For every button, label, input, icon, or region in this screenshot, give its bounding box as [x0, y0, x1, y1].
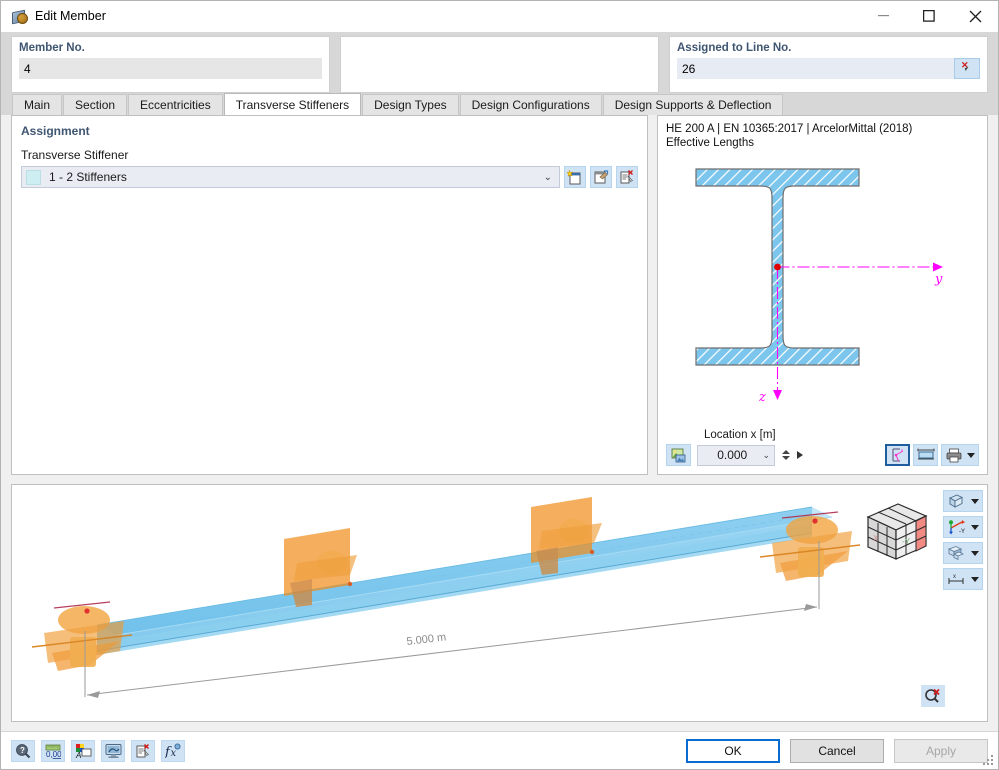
svg-text:-Y: -Y — [902, 537, 911, 546]
document-delete-icon[interactable] — [131, 739, 155, 762]
section-drawing[interactable]: y z — [658, 150, 987, 429]
close-icon[interactable] — [952, 1, 998, 31]
tab-design-types[interactable]: Design Types — [362, 94, 459, 115]
resize-grip[interactable] — [983, 755, 995, 767]
chevron-down-icon[interactable]: ⌄ — [544, 172, 555, 183]
svg-text:0,00: 0,00 — [46, 750, 61, 759]
svg-text:y: y — [934, 272, 943, 287]
location-x-input[interactable]: 0.000 ⌄ — [697, 444, 775, 466]
dimension-label: 5.000 m — [406, 631, 447, 648]
header-fields: Member No. 4 Assigned to Line No. 26 ✕ — [1, 32, 998, 93]
solid-blocks-icon[interactable] — [943, 542, 983, 564]
zoom-delete-icon[interactable] — [921, 685, 945, 707]
question-magnifier-icon[interactable]: ? — [11, 739, 35, 762]
chevron-down-icon[interactable] — [971, 498, 979, 504]
monitor-icon[interactable] — [101, 739, 125, 762]
svg-text:-Y: -Y — [959, 529, 965, 535]
chevron-down-icon[interactable]: ⌄ — [762, 450, 770, 461]
dialog-footer: ? 0,00 A ƒ x OK Cancel Apply — [1, 731, 998, 769]
transverse-stiffener-label: Transverse Stiffener — [21, 148, 129, 162]
location-label: Location x [m] — [704, 429, 776, 441]
measure-icon[interactable]: x — [943, 568, 983, 590]
axes-minus-y-icon[interactable]: -Y — [943, 516, 983, 538]
view-cube-icon[interactable]: -Y X — [860, 499, 932, 570]
svg-text:X: X — [873, 534, 879, 543]
section-subtitle: Effective Lengths — [666, 137, 755, 149]
section-title: HE 200 A | EN 10365:2017 | ArcelorMittal… — [658, 116, 987, 150]
member-no-label: Member No. — [19, 42, 85, 54]
new-document-icon[interactable] — [564, 166, 586, 188]
tab-main[interactable]: Main — [12, 94, 63, 115]
svg-text:x: x — [953, 574, 956, 580]
window-controls — [860, 1, 998, 31]
render-image-icon[interactable] — [666, 444, 691, 466]
wireframe-cube-icon[interactable] — [943, 490, 983, 512]
title-bar: Edit Member — [1, 1, 998, 32]
dialog-buttons: OK Cancel Apply — [686, 738, 988, 763]
tab-design-supports-deflection[interactable]: Design Supports & Deflection — [602, 94, 784, 115]
transverse-stiffener-value: 1 - 2 Stiffeners — [49, 170, 127, 184]
cancel-button[interactable]: Cancel — [790, 738, 884, 763]
section-axes-icon[interactable]: y — [885, 444, 910, 466]
print-dropdown-arrow[interactable] — [966, 452, 975, 458]
tab-section[interactable]: Section — [63, 94, 128, 115]
middle-field — [340, 36, 659, 93]
member-no-field: Member No. 4 — [11, 36, 330, 93]
member-icon — [11, 8, 28, 25]
viewport-toolbar: -Y x — [943, 490, 983, 590]
section-name: HE 200 A | EN 10365:2017 | ArcelorMittal… — [666, 123, 913, 135]
svg-text:x: x — [170, 748, 176, 759]
dimension-icon[interactable] — [913, 444, 938, 466]
ok-button[interactable]: OK — [686, 738, 780, 763]
model-viewport[interactable]: 5.000 m -Y X -Y x — [11, 484, 988, 722]
tab-strip: Main Section Eccentricities Transverse S… — [1, 93, 998, 115]
section-preview-panel: HE 200 A | EN 10365:2017 | ArcelorMittal… — [657, 115, 988, 475]
minimize-icon[interactable] — [860, 1, 906, 31]
member-no-input[interactable]: 4 — [19, 58, 322, 79]
transverse-stiffener-combo[interactable]: 1 - 2 Stiffeners ⌄ — [21, 166, 560, 188]
assigned-line-input[interactable]: 26 — [677, 58, 954, 79]
function-icon[interactable]: ƒ x — [161, 739, 185, 762]
svg-text:z: z — [758, 390, 766, 405]
maximize-icon[interactable] — [906, 1, 952, 31]
stiffener-color-swatch — [26, 169, 41, 185]
assigned-line-field: Assigned to Line No. 26 ✕ — [669, 36, 988, 93]
location-next-button[interactable] — [797, 451, 803, 459]
location-x-stepper[interactable] — [781, 445, 791, 466]
tab-design-configurations[interactable]: Design Configurations — [459, 94, 602, 115]
chevron-down-icon[interactable] — [971, 550, 979, 556]
preview-footer: Location x [m] 0.000 ⌄ y — [658, 429, 987, 474]
chevron-down-icon[interactable] — [971, 524, 979, 530]
tab-eccentricities[interactable]: Eccentricities — [128, 94, 223, 115]
edit-document-icon[interactable] — [590, 166, 612, 188]
color-properties-icon[interactable]: A — [71, 739, 95, 762]
svg-text:A: A — [75, 751, 81, 759]
assignment-heading: Assignment — [21, 124, 90, 138]
assignment-panel: Assignment Transverse Stiffener 1 - 2 St… — [11, 115, 648, 475]
chevron-down-icon[interactable] — [971, 576, 979, 582]
printer-icon[interactable] — [941, 444, 979, 466]
tab-transverse-stiffeners[interactable]: Transverse Stiffeners — [223, 93, 362, 115]
edit-member-window: Edit Member Member No. 4 Assigned to Lin… — [0, 0, 999, 770]
ruler-number-icon[interactable]: 0,00 — [41, 739, 65, 762]
pick-cursor-icon[interactable]: ✕ — [954, 58, 980, 79]
location-x-value: 0.000 — [717, 448, 748, 462]
assigned-line-label: Assigned to Line No. — [677, 42, 792, 54]
main-content: Assignment Transverse Stiffener 1 - 2 St… — [1, 115, 998, 731]
apply-button: Apply — [894, 738, 988, 763]
window-title: Edit Member — [35, 9, 106, 23]
svg-text:y: y — [901, 447, 903, 452]
svg-text:?: ? — [20, 746, 25, 755]
delete-document-icon[interactable] — [616, 166, 638, 188]
